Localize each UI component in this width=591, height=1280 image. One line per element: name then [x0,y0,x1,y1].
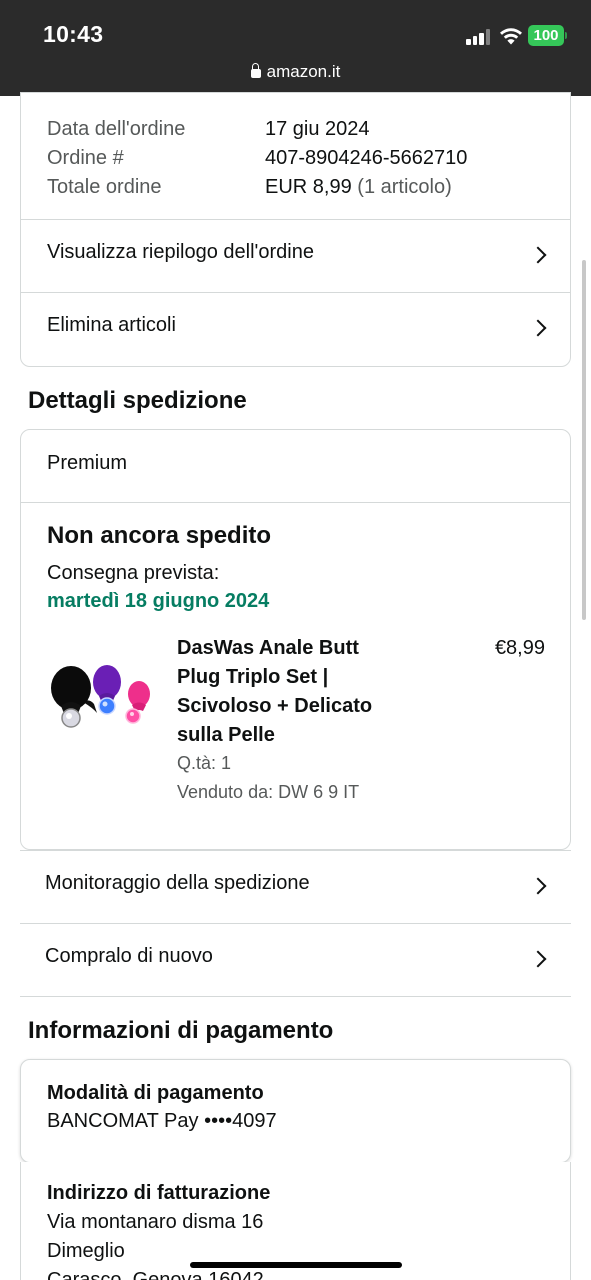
buy-again-link[interactable]: Compralo di nuovo [20,923,571,996]
order-total-value: EUR 8,99 [265,176,352,198]
payment-method-card: Modalità di pagamento BANCOMAT Pay ••••4… [20,1059,571,1163]
product-seller: Venduto da: DW 6 9 IT [177,782,360,802]
lock-icon [250,63,261,78]
order-total-value-wrap: EUR 8,99 (1 articolo) [265,173,452,201]
shipping-heading: Dettagli spedizione [28,387,247,414]
shipment-card: Premium Non ancora spedito Consegna prev… [20,429,571,850]
buy-again-label: Compralo di nuovo [45,945,213,967]
view-order-summary-label: Visualizza riepilogo dell'ordine [47,241,314,263]
order-number-value: 407-8904246-5662710 [265,147,468,169]
delivery-label: Consegna prevista: [47,562,220,584]
payment-method-title: Modalità di pagamento [47,1082,264,1104]
chevron-right-icon [529,950,547,968]
order-number-label: Ordine # [47,147,124,169]
product-image[interactable] [47,658,153,728]
divider [21,502,570,503]
battery-level: 100 [528,25,564,46]
track-shipment-label: Monitoraggio della spedizione [45,872,310,894]
clock: 10:43 [43,21,104,47]
order-date-value: 17 giu 2024 [265,118,370,140]
chevron-right-icon [529,319,547,337]
delete-items-label: Elimina articoli [47,314,176,336]
delivery-date: martedì 18 giugno 2024 [47,590,270,612]
delete-items-link[interactable]: Elimina articoli [21,292,570,364]
view-order-summary-link[interactable]: Visualizza riepilogo dell'ordine [21,219,570,291]
page-scrollbar[interactable] [582,260,586,620]
home-indicator[interactable] [190,1262,402,1268]
cellular-signal-icon [466,29,492,45]
product-price: €8,99 [494,637,545,659]
address-bar[interactable]: amazon.it [0,62,591,82]
payment-method-value: BANCOMAT Pay ••••4097 [47,1110,277,1132]
billing-address-line: Carasco, Genova 16042 [47,1269,264,1280]
product-quantity: Q.tà: 1 [177,753,232,773]
shipping-service: Premium [47,452,128,474]
order-summary-card: Data dell'ordine 17 giu 2024 Ordine # 40… [20,92,571,367]
chevron-right-icon [529,877,547,895]
shipment-status: Non ancora spedito [47,522,272,549]
order-date-label: Data dell'ordine [47,118,186,140]
billing-address-line: Via montanaro disma 16 [47,1211,264,1233]
payment-heading: Informazioni di pagamento [28,1017,334,1044]
product-title-link[interactable]: DasWas Anale Butt Plug Triplo Set | Sciv… [177,634,397,750]
billing-address-title: Indirizzo di fatturazione [47,1182,271,1204]
browser-status-bar: 10:43 100 amazon.it [0,0,591,96]
battery-icon: 100 [528,25,567,46]
wifi-icon [500,28,522,45]
address-url: amazon.it [266,62,341,81]
order-item-count: (1 articolo) [357,176,452,198]
track-shipment-link[interactable]: Monitoraggio della spedizione [20,850,571,923]
billing-address-line: Dimeglio [47,1240,125,1262]
order-total-label: Totale ordine [47,176,162,198]
divider [20,996,571,997]
chevron-right-icon [529,246,547,264]
